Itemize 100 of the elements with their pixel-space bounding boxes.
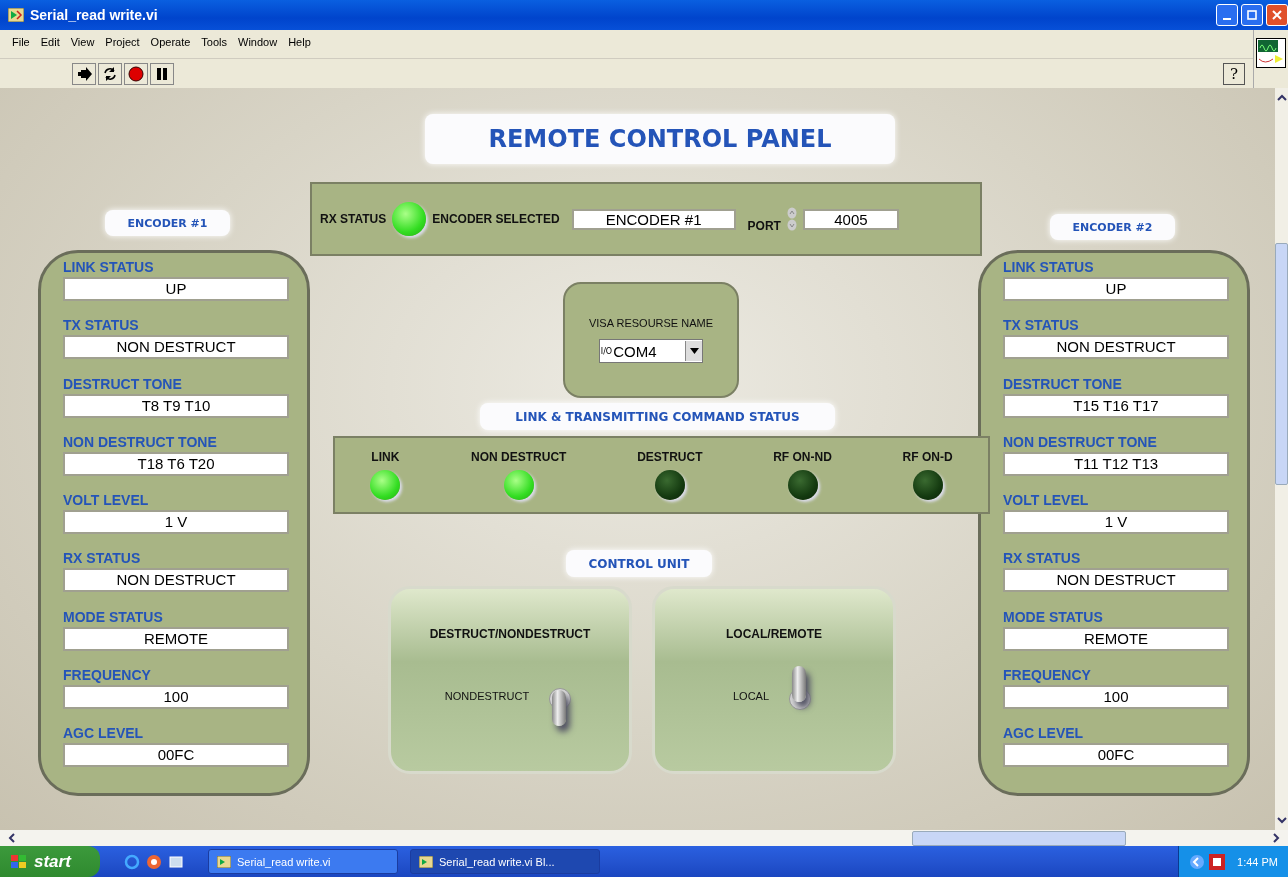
minimize-button[interactable] [1216,4,1238,26]
field-label: ENCODER SELECTED [432,212,560,226]
stop-icon [128,65,144,82]
indicator-label: NON DESTRUCT [471,450,567,464]
field-label: LINK STATUS [1003,259,1095,275]
taskbar-item[interactable]: Serial_read write.vi [208,849,398,874]
text-indicator: T8 T9 T10 [63,393,289,418]
scroll-right-icon [1270,832,1282,844]
browser-icon [124,853,140,870]
continuous-run-icon [102,65,118,82]
windows-logo-icon [10,853,28,870]
panel-title: REMOTE CONTROL PANEL [425,114,895,164]
field-label: FREQUENCY [63,666,152,683]
text-indicator: ENCODER #1 [571,208,736,230]
indicator-label: RF ON-D [902,450,953,464]
section-label: ENCODER #2 [1050,214,1175,240]
pause-button[interactable] [150,62,174,85]
continuous-run-button[interactable] [98,62,122,85]
menu-item[interactable]: File [12,36,30,58]
switch-title: DESTRUCT/NONDESTRUCT [429,627,591,641]
field-label: VISA RESOURSE NAME [588,317,714,329]
text-indicator: 00FC [63,743,289,767]
app-icon [8,8,24,22]
waveform-icon [1256,38,1286,68]
dropdown-arrow-button[interactable] [685,341,703,361]
field-label: AGC LEVEL [63,725,145,741]
text-indicator: T11 T12 T13 [1003,451,1229,476]
scroll-thumb[interactable] [1275,243,1288,485]
text-indicator: NON DESTRUCT [63,335,289,360]
media-player-icon [146,853,162,870]
start-button[interactable]: start [0,846,100,877]
clock: 1:44 PM [1237,855,1278,868]
text-indicator: 100 [1003,684,1229,709]
field-label: LINK STATUS [63,259,155,275]
help-button[interactable]: ? [1223,62,1245,85]
section-label: ENCODER #1 [105,210,230,236]
switch-label: NONDESTRUCT [444,690,530,702]
field-label: PORT [747,219,781,233]
app-icon [217,855,231,868]
text-indicator: 00FC [1003,743,1229,767]
menu-item[interactable]: Operate [150,36,191,58]
section-label: LINK & TRANSMITTING COMMAND STATUS [480,403,835,430]
io-prefix: I/O [599,346,614,356]
minimize-icon [1223,18,1231,20]
field-label: VOLT LEVEL [63,492,150,508]
menu-item[interactable]: View [70,36,95,58]
desktop-icon [168,853,184,870]
pause-icon [154,65,170,82]
numeric-field[interactable]: 4005 [802,208,899,230]
maximize-button[interactable] [1241,4,1263,26]
menu-item[interactable]: Project [105,36,140,58]
caret-down-icon [689,348,699,354]
text-indicator: UP [1003,277,1229,301]
text-indicator: REMOTE [1003,626,1229,651]
menu-item[interactable]: Window [238,36,278,58]
scroll-down-icon [1275,814,1288,826]
switch-label: LOCAL [732,690,770,702]
maximize-icon [1247,10,1257,20]
tray-app-icon [1209,853,1226,870]
text-indicator: T18 T6 T20 [63,451,289,476]
field-label: TX STATUS [63,317,140,334]
vertical-scrollbar[interactable] [1275,88,1288,830]
section-label: CONTROL UNIT [566,550,712,577]
run-arrow-button[interactable] [72,62,96,85]
field-label: NON DESTRUCT TONE [1003,433,1158,450]
stop-button[interactable] [124,62,148,85]
field-label: MODE STATUS [63,608,164,625]
text-indicator: 100 [63,684,289,709]
close-icon [1272,10,1282,20]
field-label: TX STATUS [1003,317,1080,334]
taskbar-item[interactable]: Serial_read write.vi Bl... [410,849,600,874]
expand-tray-icon [1189,853,1206,870]
switch-title: LOCAL/REMOTE [726,627,822,641]
text-indicator: UP [63,277,289,301]
window-title: Serial_read write.vi [30,7,159,23]
scroll-thumb[interactable] [912,830,1126,846]
field-label: MODE STATUS [1003,608,1104,625]
text-indicator: 1 V [1003,510,1229,534]
text-indicator: T15 T16 T17 [1003,393,1229,418]
field-label: AGC LEVEL [1003,725,1085,741]
text-indicator: NON DESTRUCT [63,568,289,593]
scroll-left-icon [6,832,18,844]
field-label: RX STATUS [320,212,387,226]
indicator-label: DESTRUCT [637,450,703,464]
run-arrow-icon [76,65,92,82]
app-icon [419,855,433,868]
menu-item[interactable]: Edit [40,36,60,58]
field-label: DESTRUCT TONE [1003,375,1123,392]
menu-item[interactable]: Help [288,36,311,58]
text-indicator: REMOTE [63,626,289,651]
indicator-label: LINK [371,450,400,464]
text-indicator: NON DESTRUCT [1003,568,1229,593]
field-label: VOLT LEVEL [1003,492,1090,508]
horizontal-scrollbar[interactable] [0,830,1288,846]
field-label: DESTRUCT TONE [63,375,183,392]
indicator-label: RF ON-ND [773,450,832,464]
close-button[interactable] [1266,4,1288,26]
text-indicator: 1 V [63,510,289,534]
field-label: RX STATUS [1003,550,1082,567]
menu-item[interactable]: Tools [201,36,228,58]
